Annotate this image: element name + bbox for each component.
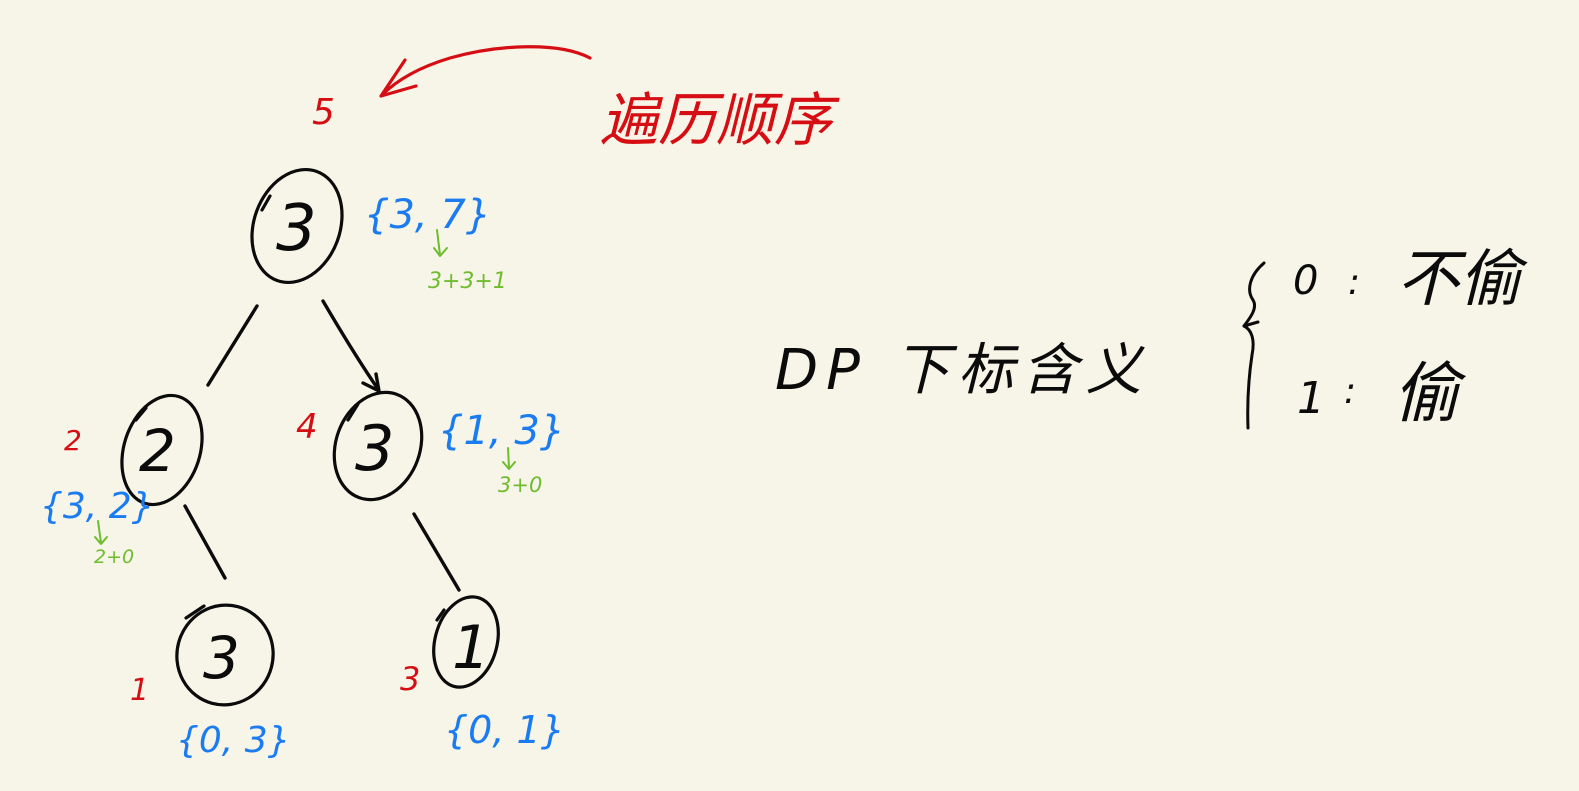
edge-right-rightright [412, 512, 461, 592]
edge-left-leftright [183, 504, 227, 580]
node-right-order: 4 [296, 407, 318, 447]
node-root-calc: 3+3+1 [428, 269, 507, 294]
legend-item-1-meaning: 偷 [1393, 355, 1467, 432]
node-right-value: 3 [355, 412, 394, 485]
traversal-order-arrowhead [379, 58, 418, 98]
legend-item-1-index: 1 [1297, 373, 1325, 424]
whiteboard-canvas: 遍历顺序 3 5 {3, 7} 3+3+1 2 2 {3, 2} 2+0 3 4… [0, 0, 1579, 791]
node-root-dp: {3, 7} [364, 192, 491, 238]
node-root-value: 3 [276, 192, 317, 266]
node-left-value: 2 [139, 417, 176, 485]
legend-item-0-meaning: 不偷 [1397, 242, 1528, 315]
traversal-order-title: 遍历顺序 [600, 86, 840, 154]
node-left-right-dp: {0, 3} [176, 720, 291, 761]
node-right-dp: {1, 3} [438, 408, 565, 454]
node-right-right-order: 3 [400, 660, 420, 698]
legend-item-0-sep: : [1348, 262, 1360, 303]
node-right-right-value: 1 [452, 613, 490, 683]
legend-item-1-sep: : [1344, 371, 1356, 412]
node-left-calc: 2+0 [94, 546, 134, 568]
legend-item-0-index: 0 [1293, 258, 1318, 304]
edge-root-right [321, 299, 380, 391]
legend-heading: DP 下标含义 [775, 338, 1150, 403]
diagram-svg: 遍历顺序 3 5 {3, 7} 3+3+1 2 2 {3, 2} 2+0 3 4… [40, 45, 1528, 761]
edge-root-left [206, 304, 259, 387]
node-left-right-value: 3 [203, 624, 240, 692]
node-left-order: 2 [64, 424, 82, 457]
node-root-order: 5 [312, 92, 335, 133]
legend-brace [1242, 261, 1266, 430]
node-left-right-order: 1 [130, 673, 149, 708]
node-right-calc: 3+0 [498, 473, 542, 497]
node-right-right-dp: {0, 1} [444, 708, 565, 752]
